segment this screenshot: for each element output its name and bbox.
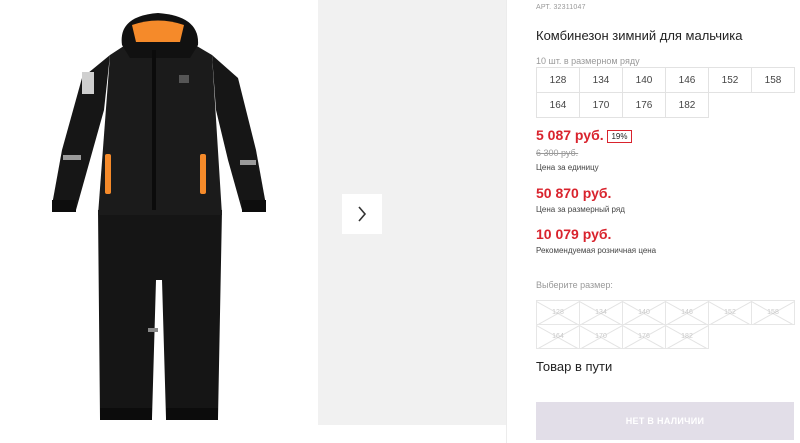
size-option-label: 164 — [552, 333, 564, 340]
size-option-disabled: 164 — [537, 325, 580, 349]
size-option-disabled: 128 — [537, 301, 580, 325]
size-option-disabled: 170 — [580, 325, 623, 349]
rrp-price-label: Рекомендуемая розничная цена — [536, 246, 657, 255]
size-option-label: 134 — [595, 309, 607, 316]
size-cell: 146 — [666, 68, 709, 93]
size-option-label: 158 — [767, 309, 779, 316]
size-option-label: 176 — [638, 333, 650, 340]
sku-label: АРТ. — [536, 4, 552, 11]
size-option-label: 146 — [681, 309, 693, 316]
sku-value: 32311047 — [553, 4, 586, 11]
size-option-disabled: 140 — [623, 301, 666, 325]
size-option-disabled: 134 — [580, 301, 623, 325]
discount-badge: 19% — [607, 130, 632, 143]
size-cell: 176 — [623, 93, 666, 118]
sizes-caption: 10 шт. в размерном ряду — [536, 56, 640, 66]
chevron-right-icon — [358, 206, 367, 222]
size-cell: 158 — [752, 68, 795, 93]
size-row-grid: 128 134 140 146 152 158 164 170 176 182 — [536, 67, 795, 118]
sku: АРТ. 32311047 — [536, 4, 586, 11]
size-cell: 128 — [537, 68, 580, 93]
choose-size-label: Выберите размер: — [536, 280, 613, 290]
old-price: 6 300 руб. — [536, 148, 579, 158]
size-cell: 182 — [666, 93, 709, 118]
size-cell: 134 — [580, 68, 623, 93]
rrp-price: 10 079 руб. — [536, 226, 612, 242]
size-cell: 170 — [580, 93, 623, 118]
size-option-disabled: 176 — [623, 325, 666, 349]
out-of-stock-button[interactable]: НЕТ В НАЛИЧИИ — [536, 402, 794, 440]
size-cell: 164 — [537, 93, 580, 118]
unit-price: 5 087 руб. — [536, 127, 604, 143]
stock-status: Товар в пути — [536, 359, 613, 374]
snowsuit-image — [52, 13, 266, 420]
size-option-label: 140 — [638, 309, 650, 316]
size-option-label: 182 — [681, 333, 693, 340]
size-option-disabled: 158 — [752, 301, 795, 325]
gallery-next-button[interactable] — [342, 194, 382, 234]
size-option-label: 170 — [595, 333, 607, 340]
unit-price-label: Цена за единицу — [536, 163, 599, 172]
size-cell: 140 — [623, 68, 666, 93]
size-cell: 152 — [709, 68, 752, 93]
size-option-label: 128 — [552, 309, 564, 316]
size-option-disabled: 146 — [666, 301, 709, 325]
row-price: 50 870 руб. — [536, 185, 612, 201]
size-option-label: 152 — [724, 309, 736, 316]
panel-divider — [506, 0, 507, 443]
product-image — [0, 0, 318, 443]
size-picker-grid: 128 134 140 146 152 158 164 170 176 182 — [536, 300, 795, 349]
size-option-disabled: 182 — [666, 325, 709, 349]
row-price-label: Цена за размерный ряд — [536, 205, 625, 214]
size-option-disabled: 152 — [709, 301, 752, 325]
product-title: Комбинезон зимний для мальчика — [536, 28, 743, 43]
